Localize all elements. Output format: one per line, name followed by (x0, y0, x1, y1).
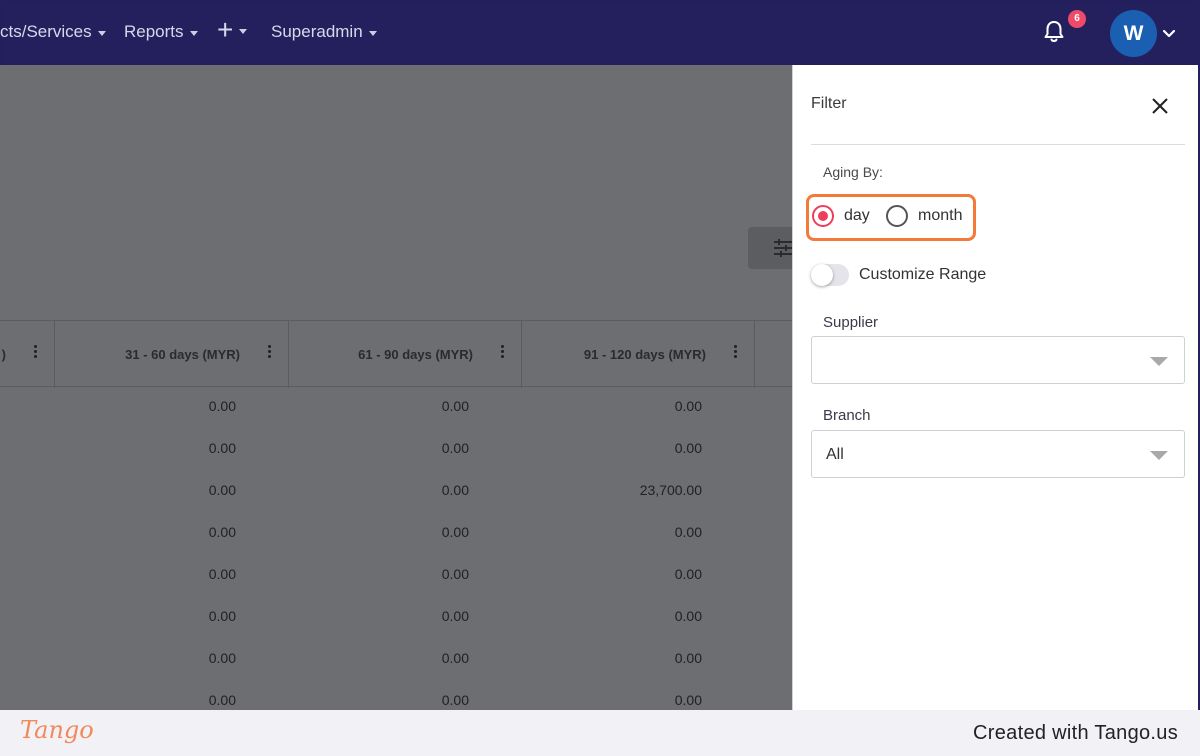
column-header-label: 31 - 60 days (MYR) (125, 347, 240, 362)
customize-range-toggle[interactable] (811, 264, 849, 286)
table-row[interactable]: 0.00 0.00 0.00 (0, 398, 792, 440)
table-cell: 0.00 (208, 566, 236, 582)
table-cell: 0.00 (208, 608, 236, 624)
chevron-down-icon[interactable] (1162, 26, 1176, 40)
customize-range-label: Customize Range (859, 266, 987, 283)
table-cell: 0.00 (441, 566, 469, 582)
table-row[interactable]: 0.00 0.00 23,700.00 (0, 482, 792, 524)
table-cell: 0.00 (208, 524, 236, 540)
nav-products-services[interactable]: cts/Services (0, 22, 106, 42)
column-header[interactable]: ) (0, 321, 55, 388)
column-header[interactable]: 91 - 120 days (MYR) (522, 321, 755, 388)
caret-down-icon (239, 28, 248, 34)
radio-day-label[interactable]: day (844, 207, 870, 225)
sliders-icon (774, 239, 792, 257)
caret-down-icon (189, 30, 198, 36)
table-cell: 0.00 (674, 398, 702, 414)
column-header-label: 91 - 120 days (MYR) (583, 347, 706, 362)
table-cell: 0.00 (674, 524, 702, 540)
table-cell: 0.00 (208, 440, 236, 456)
table-cell: 0.00 (441, 440, 469, 456)
table-cell: 0.00 (208, 398, 236, 414)
table-cell: 0.00 (208, 650, 236, 666)
close-icon[interactable] (1151, 97, 1169, 115)
table-cell: 0.00 (674, 650, 702, 666)
table-cell: 0.00 (441, 482, 469, 498)
more-vertical-icon[interactable] (734, 345, 738, 359)
caret-down-icon (368, 30, 377, 36)
filter-button[interactable] (748, 227, 792, 269)
radio-month[interactable] (886, 205, 908, 227)
drawer-title: Filter (811, 95, 847, 112)
nav-reports[interactable]: Reports (124, 22, 198, 42)
created-with-text: Created with Tango.us (973, 722, 1178, 744)
table-cell: 0.00 (441, 398, 469, 414)
table-row[interactable]: 0.00 0.00 0.00 (0, 566, 792, 608)
more-vertical-icon[interactable] (268, 345, 272, 359)
table-cell: 23,700.00 (639, 482, 702, 498)
bell-icon[interactable] (1043, 20, 1065, 44)
branch-select[interactable]: All (811, 430, 1185, 478)
supplier-label: Supplier (823, 314, 879, 331)
table-row[interactable]: 0.00 0.00 0.00 (0, 524, 792, 566)
table-cell: 0.00 (441, 692, 469, 708)
nav-reports-label: Reports (124, 22, 184, 41)
nav-products-services-label: cts/Services (0, 22, 92, 41)
dropdown-arrow-icon (1150, 357, 1168, 366)
table-row[interactable]: 0.00 0.00 0.00 (0, 608, 792, 650)
table-cell: 0.00 (674, 608, 702, 624)
column-header-label: ) (1, 347, 6, 362)
table-cell: 0.00 (441, 608, 469, 624)
table-cell: 0.00 (208, 482, 236, 498)
plus-icon: + (217, 14, 234, 45)
table-row[interactable]: 0.00 0.00 0.00 (0, 692, 792, 710)
nav-superadmin-label: Superadmin (271, 22, 363, 41)
radio-month-label[interactable]: month (918, 207, 962, 225)
avatar[interactable]: W (1110, 10, 1157, 57)
table-cell: 0.00 (674, 692, 702, 708)
main-content-overlay[interactable]: ) 31 - 60 days (MYR) 61 - 90 days (MYR) … (0, 65, 792, 710)
column-header[interactable]: 61 - 90 days (MYR) (289, 321, 522, 388)
dropdown-arrow-icon (1150, 451, 1168, 460)
branch-value: All (826, 446, 844, 463)
notification-badge: 6 (1068, 10, 1086, 28)
divider (811, 144, 1185, 145)
table-cell: 0.00 (208, 692, 236, 708)
column-header[interactable]: 31 - 60 days (MYR) (55, 321, 289, 388)
table-cell: 0.00 (674, 566, 702, 582)
nav-superadmin[interactable]: Superadmin (271, 22, 377, 42)
tango-logo: Tango (20, 716, 94, 744)
aging-by-label: Aging By: (823, 164, 883, 180)
branch-label: Branch (823, 407, 871, 424)
filter-drawer: Filter Aging By: day month Customize Ran… (792, 65, 1198, 710)
column-header-label: 61 - 90 days (MYR) (358, 347, 473, 362)
table-cell: 0.00 (441, 524, 469, 540)
top-nav-bar: cts/Services Reports + Superadmin 6 W (0, 0, 1200, 65)
nav-add[interactable]: + (217, 14, 248, 45)
table-cell: 0.00 (441, 650, 469, 666)
table-header: ) 31 - 60 days (MYR) 61 - 90 days (MYR) … (0, 320, 792, 388)
supplier-select[interactable] (811, 336, 1185, 384)
radio-day[interactable] (812, 205, 834, 227)
more-vertical-icon[interactable] (501, 345, 505, 359)
table-row[interactable]: 0.00 0.00 0.00 (0, 650, 792, 692)
caret-down-icon (97, 30, 106, 36)
footer: Tango Created with Tango.us (0, 710, 1200, 756)
more-vertical-icon[interactable] (34, 345, 38, 359)
table-row[interactable]: 0.00 0.00 0.00 (0, 440, 792, 482)
table-cell: 0.00 (674, 440, 702, 456)
